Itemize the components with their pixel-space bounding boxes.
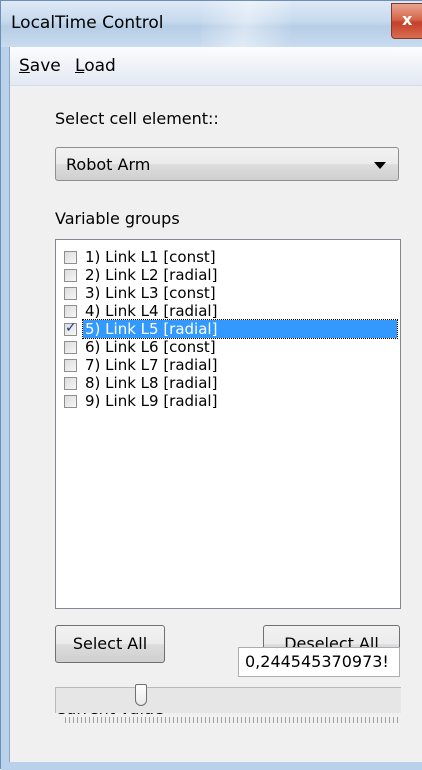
chevron-down-icon[interactable] <box>374 162 386 169</box>
list-item-label: 7) Link L7 [radial] <box>85 356 218 374</box>
list-item-link-l5[interactable]: 5) Link L5 [radial] <box>64 319 398 339</box>
list-item-label: 5) Link L5 [radial] <box>82 319 398 339</box>
variable-groups-list[interactable]: 1) Link L1 [const] 2) Link L2 [radial] 3… <box>55 239 401 609</box>
slider-tick-marks <box>65 717 399 723</box>
list-item-label: 1) Link L1 [const] <box>85 248 216 266</box>
current-value-field[interactable]: 0,244545370973! <box>238 647 400 677</box>
list-item-link-l2[interactable]: 2) Link L2 [radial] <box>64 266 386 284</box>
list-item-label: 4) Link L4 [radial] <box>85 302 218 320</box>
checkbox[interactable] <box>64 341 77 354</box>
close-icon: x <box>402 10 413 29</box>
cell-element-label: Select cell element:: <box>55 109 219 128</box>
menu-load[interactable]: Load <box>75 56 116 76</box>
select-all-button[interactable]: Select All <box>55 625 165 663</box>
value-slider-track[interactable] <box>55 687 401 713</box>
title-bar[interactable]: LocalTime Control x <box>1 1 422 47</box>
localtime-control-window: LocalTime Control x Save Load Select cel… <box>0 0 422 770</box>
list-item-label: 9) Link L9 [radial] <box>85 392 218 410</box>
list-item-label: 8) Link L8 [radial] <box>85 374 218 392</box>
client-area: Save Load Select cell element:: Robot Ar… <box>9 47 422 762</box>
window-title: LocalTime Control <box>11 13 164 33</box>
checkbox[interactable] <box>64 377 77 390</box>
list-item-link-l3[interactable]: 3) Link L3 [const] <box>64 284 386 302</box>
list-item-link-l6[interactable]: 6) Link L6 [const] <box>64 338 386 356</box>
checkbox[interactable] <box>64 251 77 264</box>
title-bar-glass-streak <box>201 1 291 47</box>
list-item-link-l7[interactable]: 7) Link L7 [radial] <box>64 356 386 374</box>
checkbox[interactable] <box>64 395 77 408</box>
menu-load-accelerator: L <box>75 56 85 76</box>
menu-save-label: ave <box>29 56 61 76</box>
checkbox-checked[interactable] <box>64 320 77 336</box>
list-item-label: 2) Link L2 [radial] <box>85 266 218 284</box>
list-item-link-l4[interactable]: 4) Link L4 [radial] <box>64 302 386 320</box>
menu-bar: Save Load <box>10 47 422 86</box>
list-item-link-l9[interactable]: 9) Link L9 [radial] <box>64 392 386 410</box>
list-item-label: 6) Link L6 [const] <box>85 338 216 356</box>
list-item-link-l8[interactable]: 8) Link L8 [radial] <box>64 374 386 392</box>
list-item-label: 3) Link L3 [const] <box>85 284 216 302</box>
value-slider-thumb[interactable] <box>135 684 148 706</box>
menu-save-accelerator: S <box>19 56 30 76</box>
menu-load-label: oad <box>84 56 116 76</box>
close-button[interactable]: x <box>391 3 422 39</box>
checkbox[interactable] <box>64 359 77 372</box>
variable-groups-label: Variable groups <box>55 209 180 228</box>
checkbox[interactable] <box>64 287 77 300</box>
cell-element-dropdown[interactable]: Robot Arm <box>55 147 399 181</box>
menu-save[interactable]: Save <box>19 56 61 76</box>
checkbox[interactable] <box>64 269 77 282</box>
list-item-link-l1[interactable]: 1) Link L1 [const] <box>64 248 386 266</box>
cell-element-value: Robot Arm <box>66 155 151 174</box>
checkbox[interactable] <box>64 305 77 318</box>
